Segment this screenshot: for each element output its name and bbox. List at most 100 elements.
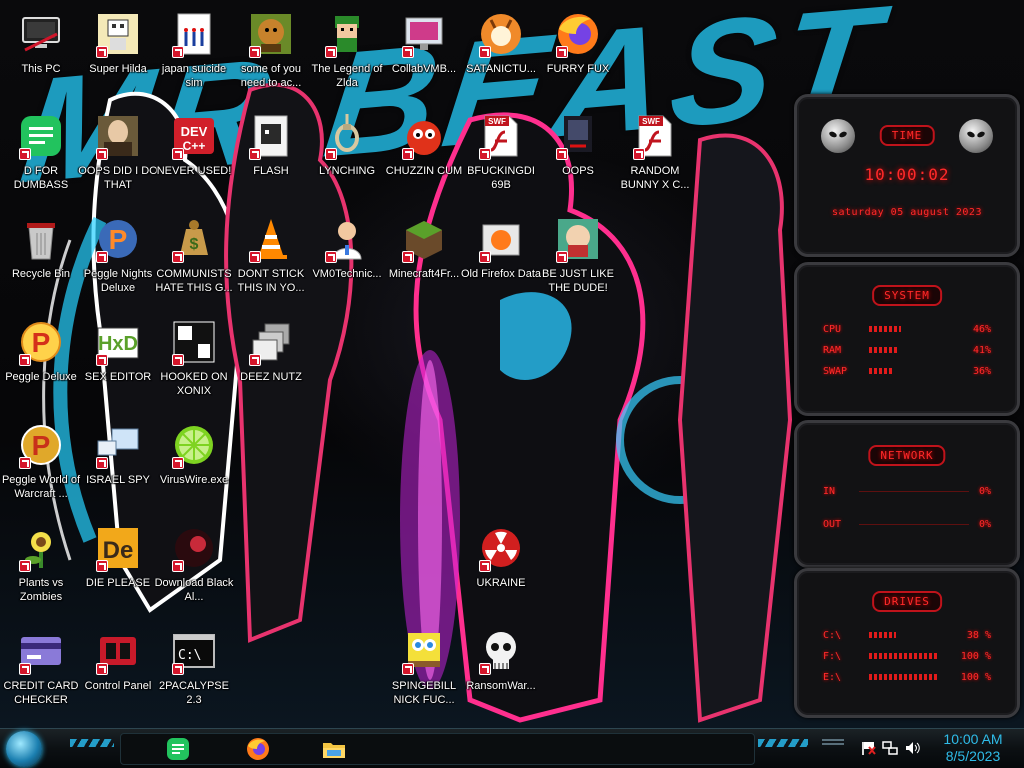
- desktop-icon-label: BE JUST LIKE THE DUDE!: [542, 268, 614, 294]
- shortcut-arrow-icon: [172, 457, 184, 469]
- radiation-icon: [477, 524, 525, 572]
- desktop-icon[interactable]: SWF BFUCKINGDI 69B: [460, 112, 542, 208]
- desktop-icon[interactable]: FLASH: [230, 112, 312, 208]
- taskbar-decoration: [70, 739, 114, 747]
- desktop-icon[interactable]: P Peggle Deluxe: [0, 318, 82, 414]
- network-traffic-graph: [859, 524, 969, 525]
- desktop-icon[interactable]: FURRY FUX: [537, 10, 619, 106]
- desktop-icon-label: CHUZZIN CUM: [385, 165, 463, 177]
- desktop-icon[interactable]: Super Hilda: [77, 10, 159, 106]
- desktop-icon[interactable]: OOPS: [537, 112, 619, 208]
- time-gadget[interactable]: TIME 10:00:02 saturday 05 august 2023: [794, 94, 1020, 257]
- taskbar-firefox-button[interactable]: [240, 733, 276, 765]
- start-button[interactable]: [6, 731, 42, 767]
- system-usage-bar: [869, 347, 898, 353]
- desktop-icon[interactable]: Old Firefox Data: [460, 215, 542, 311]
- desktop-icon[interactable]: LYNCHING: [306, 112, 388, 208]
- desktop-icon[interactable]: OOPS DID I DO THAT: [77, 112, 159, 208]
- system-row-label: RAM: [823, 344, 842, 356]
- svg-text:C++: C++: [183, 139, 206, 153]
- desktop-icon[interactable]: Control Panel: [77, 627, 159, 723]
- desktop-icon[interactable]: SWF RANDOM BUNNY X C...: [614, 112, 696, 208]
- shortcut-arrow-icon: [19, 663, 31, 675]
- desktop-icon-label: D FOR DUMBASS: [13, 165, 69, 191]
- desktop-icon[interactable]: P Peggle World of Warcraft ...: [0, 421, 82, 517]
- desktop-icon[interactable]: BE JUST LIKE THE DUDE!: [537, 215, 619, 311]
- desktop-icon[interactable]: Plants vs Zombies: [0, 524, 82, 620]
- desktop-icon[interactable]: ISRAEL SPY: [77, 421, 159, 517]
- peggle-nights-icon: P: [94, 215, 142, 263]
- desktop-icon-label: 2PACALYPSE 2.3: [159, 680, 229, 706]
- desktop-icon[interactable]: This PC: [0, 10, 82, 106]
- desktop-icon[interactable]: HOOKED ON XONIX: [153, 318, 235, 414]
- drives-gadget[interactable]: DRIVES C:\ 38 % F:\ 100 % E:\ 100 %: [794, 568, 1020, 718]
- flash-card-icon: [247, 112, 295, 160]
- system-gadget[interactable]: SYSTEM CPU 46% RAM 41% SWAP 36%: [794, 262, 1020, 416]
- taskbar-decoration: [758, 739, 808, 747]
- desktop-icon[interactable]: DEV C++ NEVER USED!: [153, 112, 235, 208]
- network-gadget[interactable]: NETWORK IN 0% OUT 0%: [794, 420, 1020, 568]
- desktop-icon-label: some of you need to ac...: [240, 63, 302, 89]
- peggle-icon: P: [17, 318, 65, 366]
- desktop-icon[interactable]: DEEZ NUTZ: [230, 318, 312, 414]
- firefox-icon: [247, 738, 269, 760]
- taskbar-notes-app-button[interactable]: [160, 733, 196, 765]
- system-row-value: 41%: [972, 344, 991, 356]
- desktop-icon-label: SATANICTU...: [466, 63, 536, 75]
- desktop-icon[interactable]: Recycle Bin: [0, 215, 82, 311]
- desktop-icon-label: NEVER USED!: [156, 165, 232, 177]
- system-row: CPU 46%: [823, 323, 991, 335]
- desktop-icon-label: The Legend of Zlda: [311, 63, 383, 89]
- network-icon[interactable]: [882, 740, 898, 756]
- desktop-icon[interactable]: CREDIT CARD CHECKER: [0, 627, 82, 723]
- shortcut-arrow-icon: [556, 46, 568, 58]
- svg-text:$: $: [190, 236, 199, 253]
- desktop-icon[interactable]: De DIE PLEASE: [77, 524, 159, 620]
- shortcut-arrow-icon: [325, 148, 337, 160]
- desktop-icon[interactable]: SATANICTU...: [460, 10, 542, 106]
- desktop-icon[interactable]: C:\ 2PACALYPSE 2.3: [153, 627, 235, 723]
- desktop-icon-label: Peggle Deluxe: [5, 371, 77, 383]
- desktop-icon-label: SEX EDITOR: [84, 371, 152, 383]
- taskbar-clock[interactable]: 10:00 AM 8/5/2023: [930, 731, 1016, 765]
- desktop-icon[interactable]: Minecraft4Fr...: [383, 215, 465, 311]
- drives-row-label: E:\: [823, 671, 842, 683]
- flag-icon[interactable]: [860, 740, 876, 756]
- svg-text:HxD: HxD: [98, 333, 138, 355]
- desktop-icon[interactable]: P Peggle Nights Deluxe: [77, 215, 159, 311]
- desktop-icon[interactable]: japan suicide sim: [153, 10, 235, 106]
- desktop-icon-label: VM0Technic...: [312, 268, 382, 280]
- desktop-icon[interactable]: VM0Technic...: [306, 215, 388, 311]
- desktop-icon[interactable]: RansomWar...: [460, 627, 542, 723]
- network-gadget-title: NETWORK: [868, 445, 946, 466]
- pvz-icon: [17, 524, 65, 572]
- desktop-icon-label: RansomWar...: [466, 680, 536, 692]
- desktop-icon[interactable]: The Legend of Zlda: [306, 10, 388, 106]
- desktop-icon[interactable]: CollabVMB...: [383, 10, 465, 106]
- xonix-icon: [170, 318, 218, 366]
- desktop[interactable]: MR BEAST This PC Super Hilda japan suicide…: [0, 0, 1024, 728]
- desktop-icon[interactable]: $ COMMUNISTS HATE THIS G...: [153, 215, 235, 311]
- volume-icon[interactable]: [904, 740, 920, 756]
- desktop-icon-label: Plants vs Zombies: [18, 577, 64, 603]
- taskbar-file-explorer-button[interactable]: [316, 733, 352, 765]
- desktop-icon[interactable]: Download Black Al...: [153, 524, 235, 620]
- desktop-icon[interactable]: SPINGEBILL NICK FUC...: [383, 627, 465, 723]
- de-icon: De: [94, 524, 142, 572]
- network-row-value: 0%: [978, 518, 991, 530]
- drives-row-value: 38 %: [966, 629, 991, 641]
- desktop-icon-label: RANDOM BUNNY X C...: [620, 165, 690, 191]
- network-row-label: OUT: [823, 518, 842, 530]
- zelda-icon: [323, 10, 371, 58]
- shortcut-arrow-icon: [172, 663, 184, 675]
- desktop-icon[interactable]: UKRAINE: [460, 524, 542, 620]
- desktop-icon[interactable]: HxD SEX EDITOR: [77, 318, 159, 414]
- shortcut-arrow-icon: [172, 46, 184, 58]
- desktop-icon[interactable]: DONT STICK THIS IN YO...: [230, 215, 312, 311]
- desktop-icon[interactable]: some of you need to ac...: [230, 10, 312, 106]
- desktop-icon[interactable]: D FOR DUMBASS: [0, 112, 82, 208]
- system-row-value: 46%: [972, 323, 991, 335]
- spy-computer-icon: [94, 421, 142, 469]
- desktop-icon[interactable]: CHUZZIN CUM: [383, 112, 465, 208]
- desktop-icon[interactable]: VirusWire.exe: [153, 421, 235, 517]
